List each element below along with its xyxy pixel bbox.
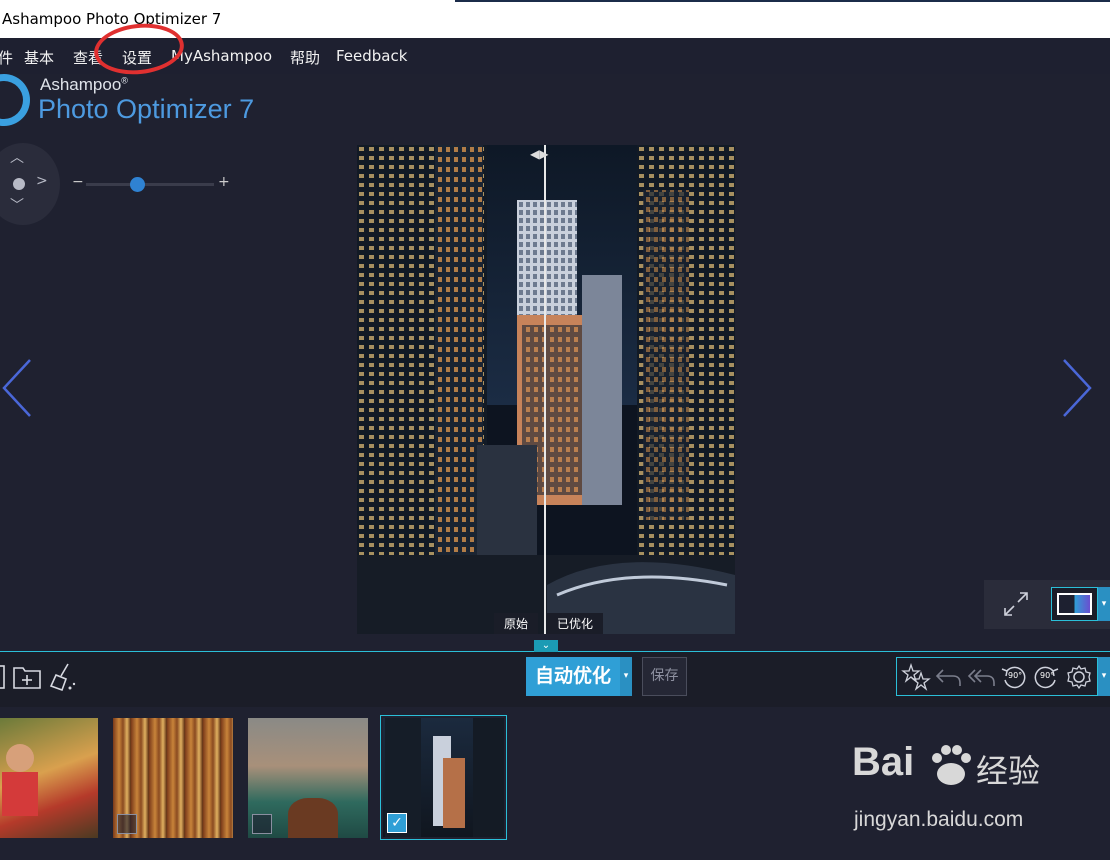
rotate-right-button[interactable]: 90° <box>1031 664 1061 690</box>
compare-divider[interactable] <box>544 145 546 634</box>
menu-item-help[interactable]: 帮助 <box>290 47 320 68</box>
watermark-url: jingyan.baidu.com <box>854 808 1024 831</box>
pan-right-icon[interactable]: > <box>36 173 48 189</box>
settings-gear-icon[interactable] <box>1065 664 1093 690</box>
logo-brand: Ashampoo® <box>40 75 128 94</box>
pan-up-icon[interactable]: ︿ <box>10 147 24 167</box>
thumbnail-city-night[interactable]: ✓ <box>380 715 507 840</box>
rotate-left-button[interactable]: 90° <box>999 664 1029 690</box>
watermark-brand: Bai <box>852 740 915 784</box>
clear-list-broom-icon[interactable] <box>48 662 78 692</box>
logo-ring-icon <box>0 74 30 126</box>
thumbnail-venice[interactable] <box>248 718 368 838</box>
window-title: Ashampoo Photo Optimizer 7 <box>2 10 222 28</box>
thumbnail-venice-checkbox[interactable] <box>252 814 272 834</box>
menu-item-file[interactable]: 件 <box>0 47 13 68</box>
app-logo: Ashampoo® Photo Optimizer 7 <box>0 74 300 132</box>
collapse-filmstrip-icon[interactable]: ⌄ <box>534 640 558 652</box>
pan-center-icon[interactable] <box>13 178 25 190</box>
watermark-brand-cn: 经验 <box>976 752 1041 790</box>
compare-mode-dropdown[interactable]: ▾ <box>1098 587 1110 621</box>
undo-icon[interactable] <box>933 664 963 690</box>
pan-navigation-pad[interactable]: ︿ > ﹀ <box>0 143 60 225</box>
pan-down-icon[interactable]: ﹀ <box>10 195 24 215</box>
baidu-watermark: Bai 经验 jingyan.baidu.com <box>852 740 1102 840</box>
save-button[interactable]: 保存 <box>642 657 687 696</box>
zoom-in-icon[interactable]: + <box>218 174 230 190</box>
compare-mode-button[interactable] <box>1051 587 1098 621</box>
thumbnail-city-right-tower <box>473 718 504 837</box>
original-label: 原始 <box>494 613 539 634</box>
auto-optimize-button[interactable]: 自动优化 <box>526 657 620 696</box>
compare-handle-icon[interactable]: ◀▶ <box>530 147 548 161</box>
titlebar-edge <box>455 0 1110 2</box>
rotate-right-label: 90° <box>1040 671 1055 680</box>
open-file-icon[interactable] <box>0 664 6 690</box>
thumbnail-bookshelf[interactable] <box>113 718 233 838</box>
thumbnail-child-face <box>6 744 34 772</box>
thumbnail-venice-boat <box>288 798 338 838</box>
previous-image-arrow-icon[interactable] <box>0 356 34 420</box>
zoom-track[interactable] <box>86 183 214 186</box>
edit-tools-dropdown[interactable]: ▾ <box>1098 657 1110 696</box>
add-folder-icon[interactable] <box>12 664 42 690</box>
rotate-left-label: 90° <box>1008 671 1023 680</box>
thumbnail-child-shirt <box>2 772 38 816</box>
thumbnail-bookshelf-checkbox[interactable] <box>117 814 137 834</box>
optimized-label: 已优化 <box>547 613 604 634</box>
undo-all-icon[interactable] <box>965 664 997 690</box>
main-photo-preview[interactable]: ◀▶ 原始 已优化 <box>357 145 735 634</box>
zoom-knob[interactable] <box>129 177 145 192</box>
city-night-image <box>357 145 735 634</box>
thumbnail-city-night-checkbox[interactable]: ✓ <box>387 813 407 833</box>
fullscreen-icon[interactable] <box>1002 590 1030 618</box>
menu-item-myashampoo[interactable]: MyAshampoo <box>171 47 272 65</box>
auto-optimize-dropdown[interactable]: ▾ <box>620 657 632 696</box>
favorite-stars-icon[interactable] <box>901 663 931 691</box>
view-tools-panel: ▾ <box>984 580 1110 629</box>
split-view-icon <box>1057 593 1092 615</box>
edit-tools-group: 90° 90° <box>896 657 1098 696</box>
zoom-slider[interactable]: − + <box>72 174 232 194</box>
thumbnail-city-building <box>443 758 465 828</box>
baidu-paw-icon <box>932 745 971 785</box>
next-image-arrow-icon[interactable] <box>1060 356 1094 420</box>
thumbnail-child[interactable] <box>0 718 98 838</box>
logo-product: Photo Optimizer 7 <box>38 94 255 124</box>
menu-item-feedback[interactable]: Feedback <box>336 47 407 65</box>
menu-item-basic[interactable]: 基本 <box>24 47 54 68</box>
zoom-out-icon[interactable]: − <box>72 174 84 190</box>
